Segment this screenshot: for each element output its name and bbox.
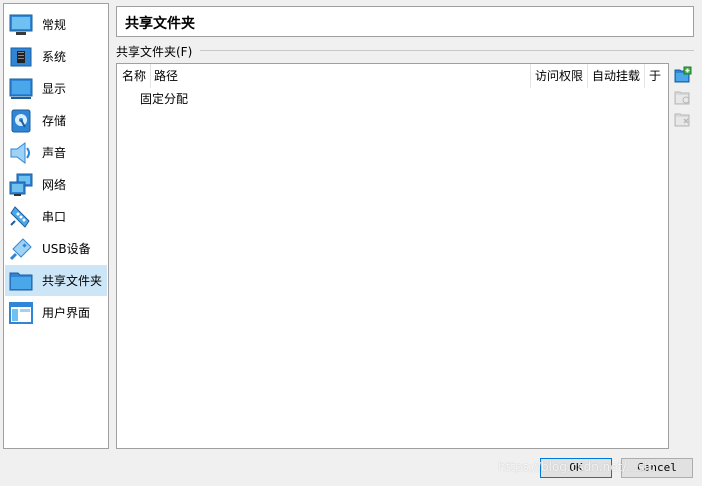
storage-disk-icon [9,109,33,133]
sidebar-item-user-interface[interactable]: 用户界面 [5,297,107,328]
shared-folders-group-label: 共享文件夹(F) [116,45,193,59]
shared-folders-table[interactable]: 名称 路径 访问权限 自动挂载 于 固定分配 [116,63,669,449]
sidebar-item-label: 系统 [42,50,67,64]
network-icon [9,173,33,197]
column-header-path[interactable]: 路径 [150,64,530,88]
usb-icon [9,237,33,261]
remove-shared-folder-button[interactable] [674,110,692,128]
sidebar-item-label: 显示 [42,82,67,96]
sidebar-item-storage[interactable]: 存储 [5,105,107,136]
settings-category-list: 常规 系统 显示 存储 声音 网络 串口 USB设备 共享文件夹 用户界面 [3,3,109,449]
group-divider [200,50,694,51]
add-shared-folder-button[interactable] [674,66,692,84]
sidebar-item-usb[interactable]: USB设备 [5,233,107,264]
sidebar-item-label: USB设备 [42,242,91,256]
sidebar-item-label: 存储 [42,114,67,128]
column-header-name[interactable]: 名称 [118,64,150,88]
user-interface-icon [9,301,33,325]
sidebar-item-label: 网络 [42,178,67,192]
audio-speaker-icon [9,141,33,165]
system-chip-icon [9,45,33,69]
sidebar-item-label: 声音 [42,146,67,160]
sidebar-item-label: 共享文件夹 [42,274,103,288]
ok-button[interactable]: OK [540,458,612,478]
general-monitor-icon [9,13,33,37]
column-header-access[interactable]: 访问权限 [531,64,587,88]
display-monitor-icon [9,77,33,101]
column-header-automount[interactable]: 自动挂载 [588,64,644,88]
page-title: 共享文件夹 [125,16,195,32]
serial-port-icon [9,205,33,229]
sidebar-item-audio[interactable]: 声音 [5,137,107,168]
page-header: 共享文件夹 [116,6,694,37]
shared-folder-icon [9,269,33,293]
sidebar-item-serial[interactable]: 串口 [5,201,107,232]
remove-shared-folder-icon [674,110,692,128]
edit-shared-folder-icon [674,88,692,106]
sidebar-item-label: 常规 [42,18,67,32]
tree-item-machine-folders[interactable]: 固定分配 [140,90,188,108]
add-shared-folder-icon [674,66,692,84]
sidebar-item-label: 用户界面 [42,306,91,320]
sidebar-item-shared-folders[interactable]: 共享文件夹 [5,265,107,296]
sidebar-item-label: 串口 [42,210,67,224]
cancel-button[interactable]: Cancel [621,458,693,478]
edit-shared-folder-button[interactable] [674,88,692,106]
sidebar-item-general[interactable]: 常规 [5,9,107,40]
sidebar-item-system[interactable]: 系统 [5,41,107,72]
sidebar-item-display[interactable]: 显示 [5,73,107,104]
sidebar-item-network[interactable]: 网络 [5,169,107,200]
column-header-at[interactable]: 于 [645,64,669,88]
